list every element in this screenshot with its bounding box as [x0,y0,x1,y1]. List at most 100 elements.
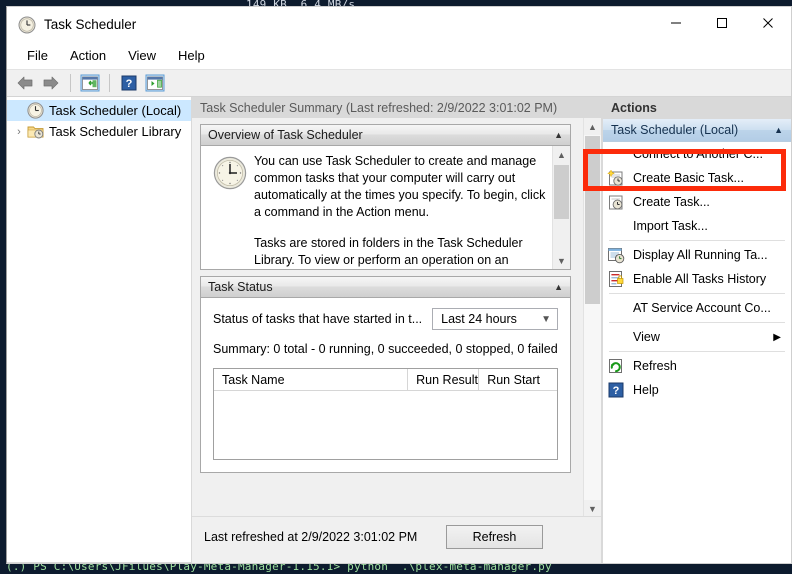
actions-group-header[interactable]: Task Scheduler (Local) ▲ [603,119,791,142]
show-hide-action-pane-icon[interactable] [143,72,167,94]
column-header-run-result[interactable]: Run Result [408,369,480,390]
actions-list: Connect to Another C... Create Basic Tas… [603,142,791,402]
last-refreshed-label: Last refreshed at 2/9/2022 3:01:02 PM [204,530,418,544]
action-create-basic-task[interactable]: Create Basic Task... [603,166,791,190]
action-refresh[interactable]: Refresh [603,354,791,378]
main-pane-header: Task Scheduler Summary (Last refreshed: … [192,97,601,118]
tree-pane: Task Scheduler (Local) › Task Scheduler … [7,97,192,563]
action-separator [609,351,785,352]
task-status-title: Task Status [208,280,273,294]
action-label: Refresh [633,359,677,373]
show-hide-tree-icon[interactable] [78,72,102,94]
overview-title: Overview of Task Scheduler [208,128,363,142]
tree-item-label: Task Scheduler (Local) [49,103,182,118]
action-label: Import Task... [633,219,708,233]
scrollbar-thumb[interactable] [585,136,600,304]
title-bar[interactable]: Task Scheduler [7,7,791,43]
time-range-dropdown[interactable]: Last 24 hours ▼ [432,308,558,330]
menu-item-action[interactable]: Action [60,46,118,66]
display-running-tasks-icon [607,246,625,264]
overview-group: Overview of Task Scheduler ▲ You can use… [200,124,571,270]
svg-text:?: ? [613,385,620,397]
tree-item-label: Task Scheduler Library [49,124,182,139]
time-range-value: Last 24 hours [441,312,517,326]
scroll-down-icon[interactable]: ▼ [553,252,570,269]
actions-pane-header: Actions [603,97,791,119]
action-connect-to-another-computer[interactable]: Connect to Another C... [603,142,791,166]
refresh-button[interactable]: Refresh [446,525,543,549]
scroll-up-icon[interactable]: ▲ [584,118,601,135]
task-status-group: Task Status ▲ Status of tasks that have … [200,276,571,473]
main-content: Overview of Task Scheduler ▲ You can use… [200,124,571,479]
actions-group-title: Task Scheduler (Local) [611,123,739,137]
action-label: Create Basic Task... [633,171,744,185]
back-icon[interactable] [13,72,37,94]
main-pane: Task Scheduler Summary (Last refreshed: … [192,97,602,563]
create-basic-task-icon [607,169,625,187]
svg-text:?: ? [126,78,133,90]
folder-clock-icon [27,123,44,140]
tree-item-task-scheduler-local[interactable]: Task Scheduler (Local) [7,100,191,121]
minimize-button[interactable] [653,7,699,38]
menu-item-help[interactable]: Help [168,46,217,66]
action-create-task[interactable]: Create Task... [603,190,791,214]
collapse-caret-icon[interactable]: ▲ [774,125,783,135]
action-separator [609,322,785,323]
column-header-task-name[interactable]: Task Name [214,369,409,390]
collapse-caret-icon[interactable]: ▲ [554,282,563,292]
task-table: Task Name Run Result Run Start [213,368,558,460]
main-pane-footer: Last refreshed at 2/9/2022 3:01:02 PM Re… [192,516,601,563]
task-status-filter-row: Status of tasks that have started in t..… [201,308,570,330]
task-status-body: Status of tasks that have started in t..… [201,298,570,472]
actions-pane: Actions Task Scheduler (Local) ▲ Connect… [602,97,791,563]
maximize-button[interactable] [699,7,745,38]
overview-scrollbar[interactable]: ▲ ▼ [552,146,570,269]
scrollbar-thumb[interactable] [554,165,569,219]
no-icon [607,217,625,235]
menu-item-view[interactable]: View [118,46,168,66]
clock-icon [18,16,36,34]
task-status-group-header[interactable]: Task Status ▲ [201,277,570,298]
forward-icon[interactable] [39,72,63,94]
submenu-arrow-icon[interactable]: ▶ [773,332,781,343]
column-header-run-start[interactable]: Run Start [479,369,557,390]
action-separator [609,240,785,241]
table-header-row: Task Name Run Result Run Start [214,369,557,391]
window-body: Task Scheduler (Local) › Task Scheduler … [7,97,791,563]
help-icon[interactable]: ? [117,72,141,94]
action-display-all-running-tasks[interactable]: Display All Running Ta... [603,243,791,267]
collapse-caret-icon[interactable]: ▲ [554,130,563,140]
close-button[interactable] [745,7,791,38]
action-label: AT Service Account Co... [633,301,771,315]
refresh-button-label: Refresh [472,530,517,544]
no-icon [607,328,625,346]
overview-text: You can use Task Scheduler to create and… [254,153,546,269]
clock-icon [27,102,44,119]
chevron-right-icon[interactable]: › [11,126,27,138]
overview-paragraph-1: You can use Task Scheduler to create and… [254,154,546,219]
task-scheduler-window: Task Scheduler File Action View Help ? T… [6,6,792,564]
scroll-up-icon[interactable]: ▲ [553,146,570,163]
action-at-service-account-configuration[interactable]: AT Service Account Co... [603,296,791,320]
overview-group-header[interactable]: Overview of Task Scheduler ▲ [201,125,570,146]
toolbar-separator [70,74,71,92]
menu-bar: File Action View Help [7,43,791,69]
action-label: View [633,330,660,344]
scroll-down-icon[interactable]: ▼ [584,500,601,517]
action-import-task[interactable]: Import Task... [603,214,791,238]
clock-icon [213,156,247,190]
action-help[interactable]: ? Help [603,378,791,402]
refresh-icon [607,357,625,375]
task-status-summary: Summary: 0 total - 0 running, 0 succeede… [213,342,558,356]
main-pane-scrollbar[interactable]: ▲ ▼ [583,118,601,517]
toolbar: ? [7,69,791,97]
action-enable-all-tasks-history[interactable]: Enable All Tasks History [603,267,791,291]
action-view[interactable]: View ▶ [603,325,791,349]
action-label: Help [633,383,659,397]
toolbar-separator-2 [109,74,110,92]
chevron-down-icon[interactable]: ▼ [541,314,551,325]
menu-item-file[interactable]: File [17,46,60,66]
tree-item-task-scheduler-library[interactable]: › Task Scheduler Library [7,121,191,142]
task-status-filter-label: Status of tasks that have started in t..… [213,312,423,326]
action-label: Display All Running Ta... [633,248,768,262]
